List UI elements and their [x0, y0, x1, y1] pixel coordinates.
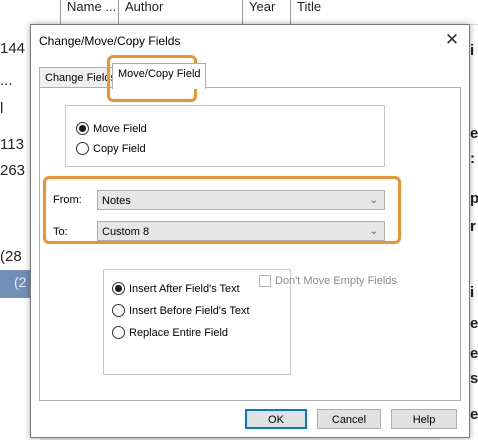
bg-right-text: e — [470, 315, 478, 332]
replace-entire-label: Replace Entire Field — [129, 326, 229, 339]
from-label: From: — [53, 194, 82, 206]
radio-unselected — [112, 304, 125, 317]
to-label: To: — [53, 226, 68, 238]
chevron-down-icon: ⌄ — [369, 226, 378, 237]
radio-unselected — [76, 142, 89, 155]
radio-selected — [76, 122, 89, 135]
reference-list-header: Name ... Author Year Title — [0, 0, 478, 25]
radio-unselected — [112, 326, 125, 339]
tab-change-fields[interactable]: Change Fields — [39, 67, 116, 88]
bg-left-text: ... — [0, 72, 13, 89]
column-header-name[interactable]: Name ... — [60, 0, 119, 24]
selected-row-text: (2 — [14, 274, 27, 290]
bg-right-text: s — [470, 370, 478, 387]
mode-group: Move Field Copy Field — [65, 105, 385, 167]
dont-move-empty-checkbox[interactable]: Don't Move Empty Fields — [259, 275, 397, 287]
bg-left-text: l — [0, 100, 4, 117]
cancel-button[interactable]: Cancel — [317, 409, 381, 429]
chevron-down-icon: ⌄ — [369, 195, 378, 206]
bg-right-text: e — [470, 345, 478, 362]
column-header-title[interactable]: Title — [290, 0, 357, 24]
bg-right-text: i — [470, 284, 475, 301]
dialog-titlebar[interactable]: Change/Move/Copy Fields ✕ — [31, 25, 469, 55]
bg-right-text: p — [470, 190, 478, 207]
bg-left-text: (28 — [0, 248, 22, 265]
to-dropdown[interactable]: Custom 8 ⌄ — [97, 221, 385, 241]
bg-right-text: r — [470, 218, 476, 235]
bg-left-text: 113 — [0, 136, 24, 153]
move-field-label: Move Field — [93, 122, 147, 135]
copy-field-label: Copy Field — [93, 142, 146, 155]
copy-field-radio[interactable]: Copy Field — [76, 142, 146, 155]
insert-after-label: Insert After Field's Text — [129, 282, 240, 295]
radio-selected — [112, 282, 125, 295]
bg-right-text: i — [470, 42, 475, 59]
column-header-year[interactable]: Year — [242, 0, 289, 24]
insert-before-radio[interactable]: Insert Before Field's Text — [112, 304, 250, 317]
replace-entire-radio[interactable]: Replace Entire Field — [112, 326, 228, 339]
bg-right-text: e — [470, 406, 478, 423]
bg-right-text: e — [470, 125, 478, 142]
insert-after-radio[interactable]: Insert After Field's Text — [112, 282, 240, 295]
bg-left-text: 263 — [0, 162, 26, 179]
bg-left-text: 144 — [0, 40, 26, 57]
change-move-copy-fields-dialog: Change/Move/Copy Fields ✕ Change Fields … — [30, 24, 470, 438]
help-button[interactable]: Help — [391, 409, 457, 429]
insert-before-label: Insert Before Field's Text — [129, 304, 250, 317]
ok-button[interactable]: OK — [245, 409, 307, 429]
from-value: Notes — [102, 195, 131, 207]
close-icon[interactable]: ✕ — [441, 29, 463, 51]
column-header-author[interactable]: Author — [118, 0, 185, 24]
checkbox-box — [259, 275, 271, 287]
tab-move-copy-field[interactable]: Move/Copy Field — [112, 63, 206, 89]
bg-right-text: : — [470, 150, 475, 167]
move-field-radio[interactable]: Move Field — [76, 122, 147, 135]
to-value: Custom 8 — [102, 226, 150, 238]
dialog-title: Change/Move/Copy Fields — [39, 34, 181, 48]
from-dropdown[interactable]: Notes ⌄ — [97, 190, 385, 210]
dont-move-empty-label: Don't Move Empty Fields — [275, 275, 397, 287]
